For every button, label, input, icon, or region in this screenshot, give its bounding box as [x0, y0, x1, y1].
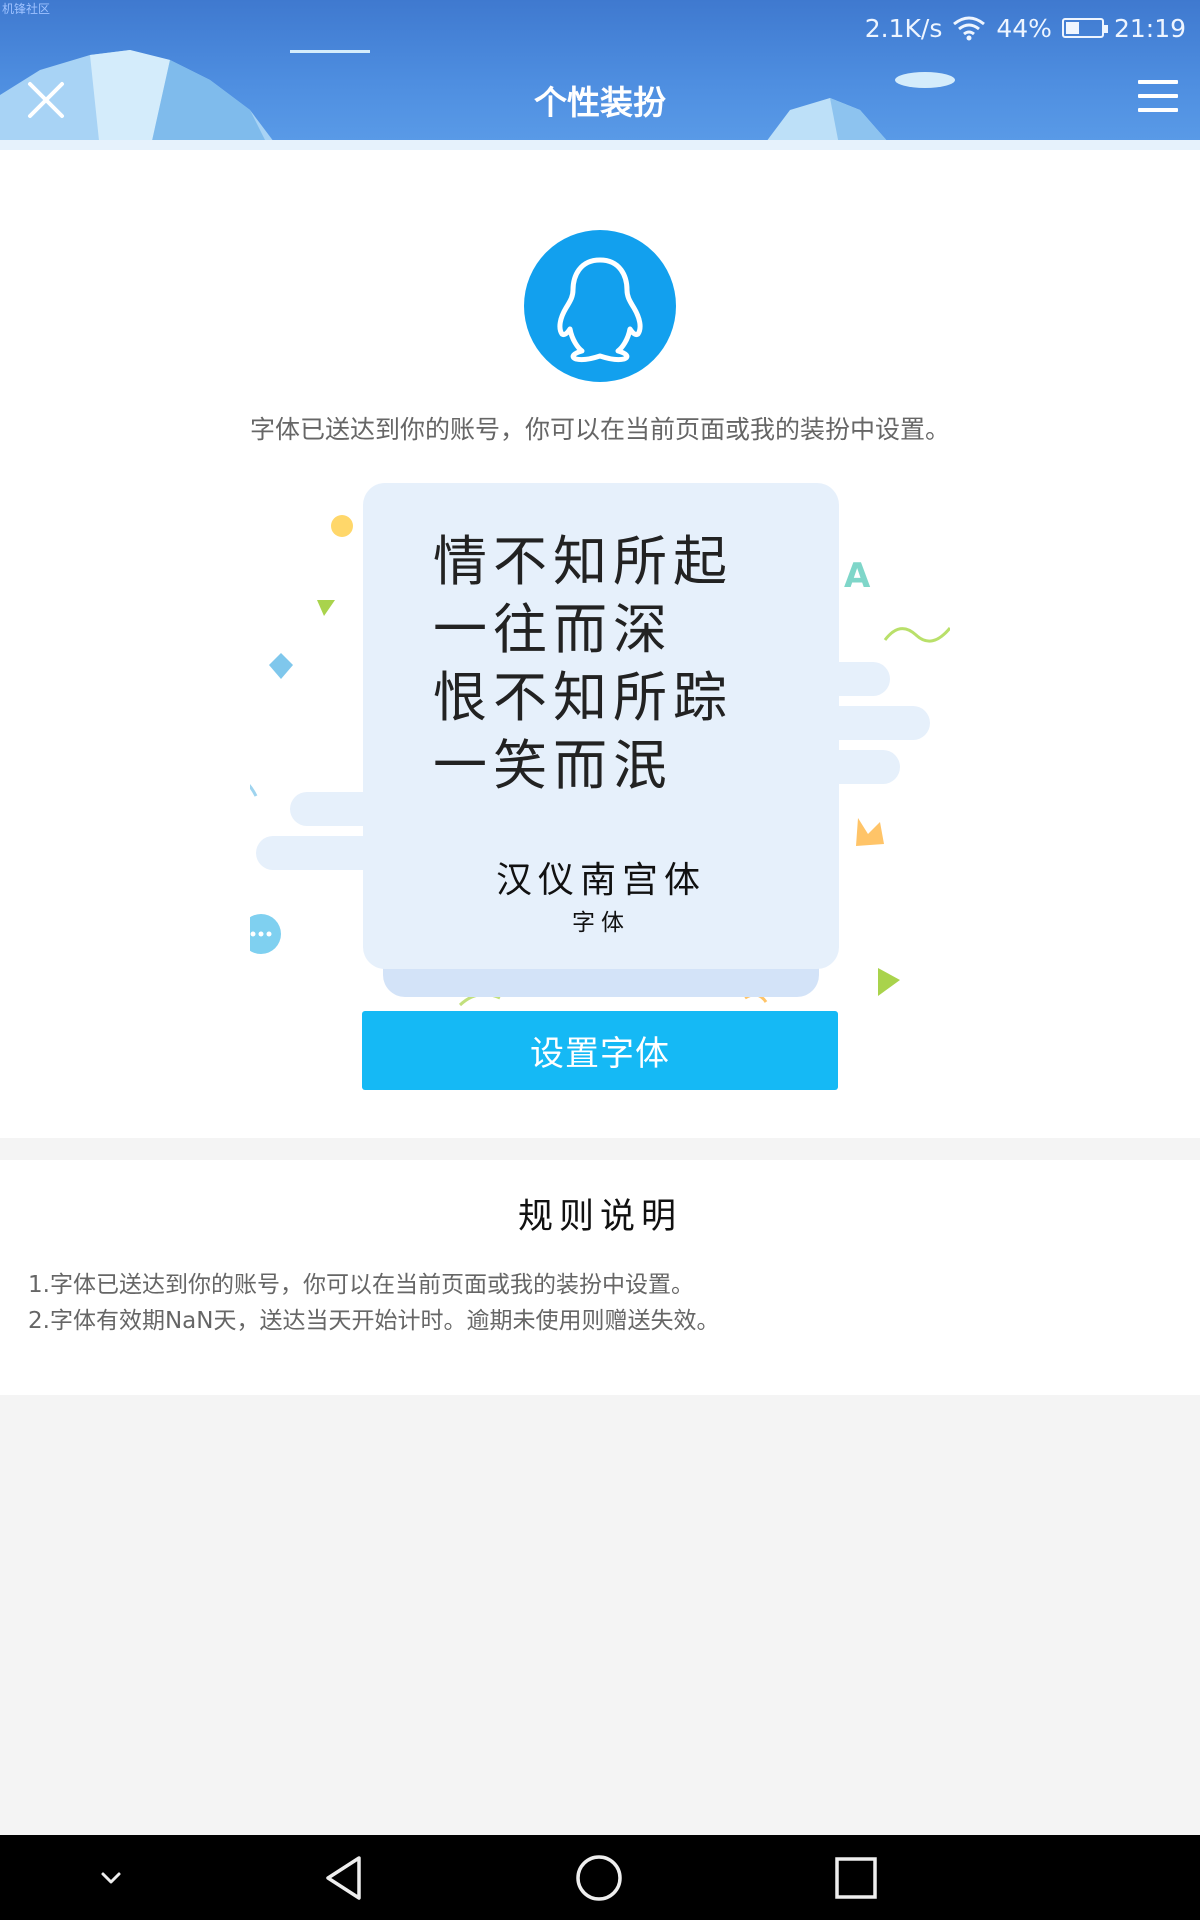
font-gift-card: 字体已送达到你的账号，你可以在当前页面或我的装扮中设置。 A 情不知所起 一往而… [0, 150, 1200, 1138]
menu-icon[interactable] [1138, 80, 1178, 120]
rule-item: 2.字体有效期NaN天，送达当天开始计时。逾期未使用则赠送失效。 [28, 1308, 720, 1334]
rules-title: 规则说明 [517, 1197, 682, 1237]
watermark-text: 机锋社区 [2, 2, 51, 16]
font-type-label: 字体 [572, 910, 630, 936]
poem-sample: 情不知所起 一往而深 恨不知所踪 一笑而泯 [433, 528, 733, 800]
chevron-down-icon[interactable] [86, 1853, 136, 1903]
poem-line: 一笑而泯 [433, 734, 673, 797]
poem-line: 情不知所起 [433, 530, 733, 593]
app-header: 机锋社区 2.1K/s 44% 21:19 个性装扮 [0, 0, 1200, 150]
menu-bar [1138, 80, 1178, 84]
gift-description: 字体已送达到你的账号，你可以在当前页面或我的装扮中设置。 [249, 415, 950, 444]
back-icon[interactable] [320, 1853, 370, 1903]
home-icon[interactable] [574, 1853, 624, 1903]
clock: 21:19 [1113, 13, 1186, 43]
status-bar: 2.1K/s 44% 21:19 [865, 10, 1186, 46]
poem-line: 一往而深 [433, 598, 673, 661]
system-nav-bar [0, 1835, 1200, 1920]
battery-percent: 44% [996, 13, 1052, 43]
menu-bar [1138, 108, 1178, 112]
menu-bar [1138, 94, 1178, 98]
font-preview-card: 情不知所起 一往而深 恨不知所踪 一笑而泯 汉仪南宫体 字体 [363, 483, 839, 969]
qq-penguin-icon [524, 230, 676, 382]
font-name: 汉仪南宫体 [495, 860, 706, 901]
rules-section: 规则说明 1.字体已送达到你的账号，你可以在当前页面或我的装扮中设置。 2.字体… [0, 1160, 1200, 1395]
poem-line: 恨不知所踪 [433, 666, 733, 729]
network-speed: 2.1K/s [864, 13, 943, 43]
set-font-button[interactable]: 设置字体 [362, 1011, 838, 1090]
battery-fill [1065, 22, 1079, 34]
battery-icon [1061, 18, 1108, 38]
wifi-icon [953, 16, 986, 41]
rule-item: 1.字体已送达到你的账号，你可以在当前页面或我的装扮中设置。 [28, 1272, 694, 1298]
page-title: 个性装扮 [534, 83, 666, 122]
recent-apps-icon[interactable] [831, 1853, 881, 1903]
svg-text:A: A [844, 556, 871, 596]
font-preview-illustration: A 情不知所起 一往而深 恨不知所踪 一笑而泯 汉仪南宫体 字体 [250, 450, 950, 1010]
